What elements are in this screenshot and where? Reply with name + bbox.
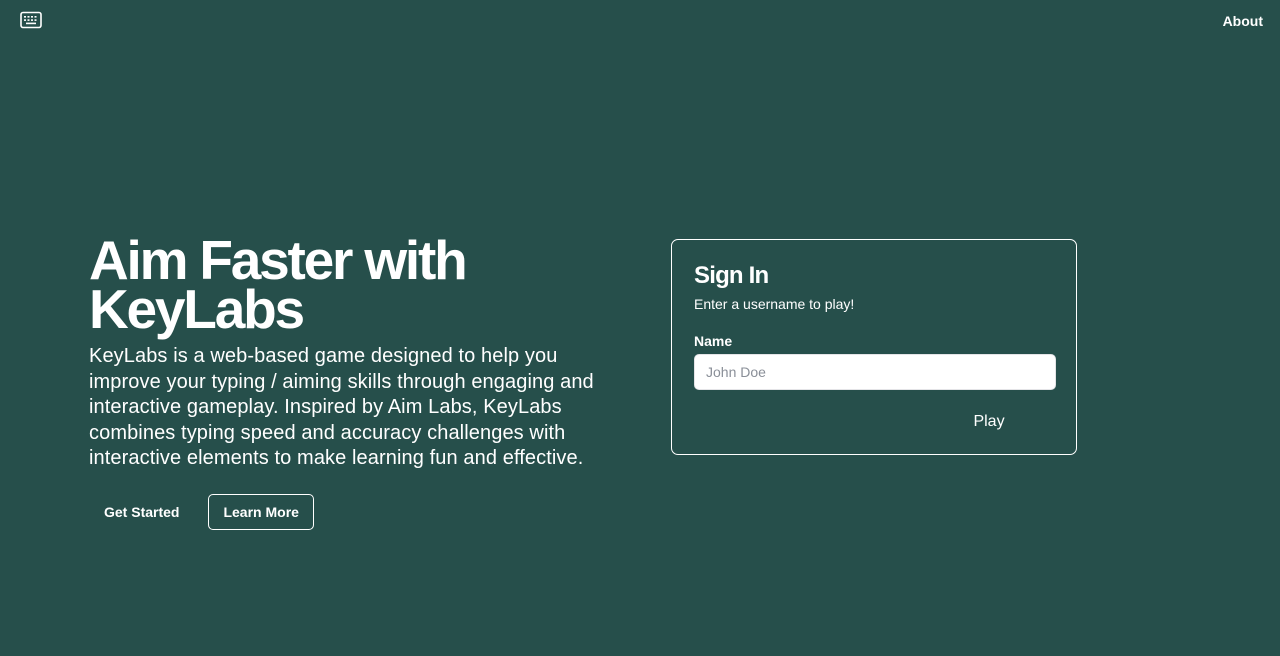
learn-more-button[interactable]: Learn More xyxy=(208,494,314,530)
top-navigation: About xyxy=(0,0,1280,42)
hero-description: KeyLabs is a web-based game designed to … xyxy=(89,345,594,469)
get-started-button[interactable]: Get Started xyxy=(89,494,194,530)
sign-in-card: Sign In Enter a username to play! Name P… xyxy=(671,239,1077,455)
play-button[interactable]: Play xyxy=(954,404,1024,440)
hero-actions: Get Started Learn More xyxy=(89,494,314,530)
sign-in-subtitle: Enter a username to play! xyxy=(694,296,855,312)
hero-title: Aim Faster with KeyLabs xyxy=(89,233,629,337)
hero-section: Aim Faster with KeyLabs KeyLabs is a web… xyxy=(89,233,629,472)
sign-in-title: Sign In xyxy=(694,262,769,289)
name-input[interactable] xyxy=(694,354,1056,390)
hero-title-line-2: KeyLabs xyxy=(89,278,305,340)
about-link[interactable]: About xyxy=(1223,13,1263,29)
keyboard-icon[interactable] xyxy=(20,11,42,29)
name-label: Name xyxy=(694,333,733,349)
